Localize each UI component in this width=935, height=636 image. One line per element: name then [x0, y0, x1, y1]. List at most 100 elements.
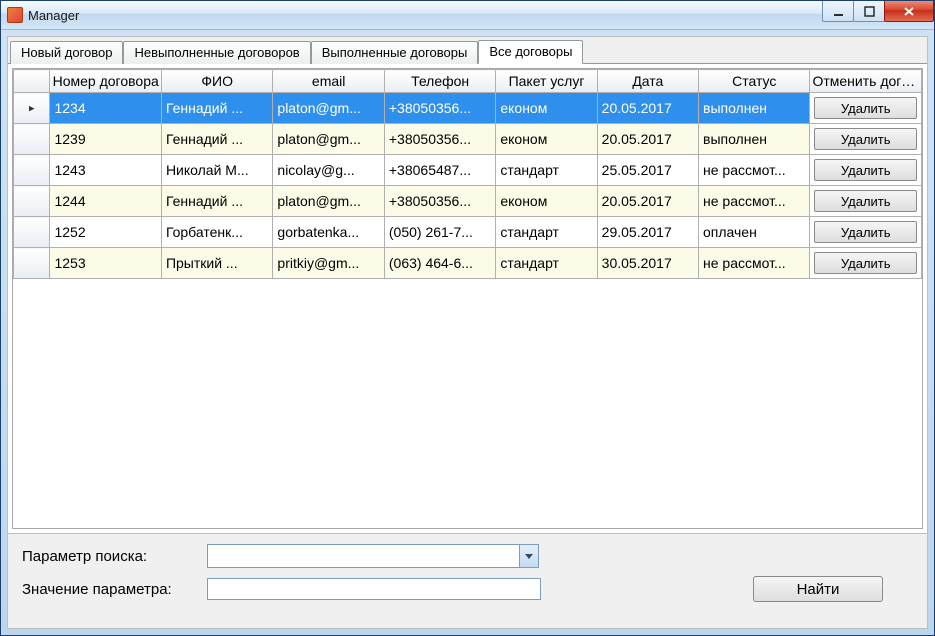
cell-status[interactable]: выполнен [699, 93, 810, 124]
cell-fio[interactable]: Прыткий ... [161, 248, 272, 279]
search-panel: Параметр поиска: Значение параметра: Най… [8, 533, 927, 628]
cell-number[interactable]: 1243 [50, 155, 161, 186]
tab-new-contract[interactable]: Новый договор [10, 41, 123, 64]
tab-unfulfilled-contracts[interactable]: Невыполненные договоров [123, 41, 310, 64]
close-button[interactable] [884, 1, 934, 22]
row-header[interactable] [14, 217, 50, 248]
table-row[interactable]: 1234Геннадий ...platon@gm...+38050356...… [14, 93, 922, 124]
cell-status[interactable]: не рассмот... [699, 248, 810, 279]
cell-phone[interactable]: (050) 261-7... [384, 217, 495, 248]
cell-status[interactable]: не рассмот... [699, 155, 810, 186]
cell-fio[interactable]: Николай М... [161, 155, 272, 186]
tabstrip: Новый договор Невыполненные договоров Вы… [8, 37, 927, 64]
cell-phone[interactable]: +38050356... [384, 93, 495, 124]
table-row[interactable]: 1239 Геннадий ...platon@gm...+38050356..… [14, 124, 922, 155]
tab-fulfilled-contracts[interactable]: Выполненные договоры [311, 41, 479, 64]
contracts-grid[interactable]: Номер договора ФИО email Телефон Пакет у… [12, 68, 923, 529]
contracts-table: Номер договора ФИО email Телефон Пакет у… [13, 69, 922, 279]
cell-number[interactable]: 1234 [50, 93, 161, 124]
cell-status[interactable]: выполнен [699, 124, 810, 155]
cell-delete: Удалить [810, 248, 922, 279]
cell-date[interactable]: 20.05.2017 [597, 186, 698, 217]
cell-email[interactable]: gorbatenka... [273, 217, 384, 248]
cell-date[interactable]: 30.05.2017 [597, 248, 698, 279]
app-icon [7, 7, 23, 23]
titlebar: Manager [1, 1, 934, 30]
col-cancel[interactable]: Отменить договор [810, 70, 922, 93]
header-row: Номер договора ФИО email Телефон Пакет у… [14, 70, 922, 93]
cell-fio[interactable]: Геннадий ... [161, 186, 272, 217]
maximize-icon [864, 6, 875, 17]
search-value-input[interactable] [207, 578, 541, 600]
cell-email[interactable]: platon@gm... [273, 93, 384, 124]
maximize-button[interactable] [853, 1, 885, 22]
delete-button[interactable]: Удалить [814, 252, 917, 274]
cell-fio[interactable]: Геннадий ... [161, 93, 272, 124]
table-row[interactable]: 1244Геннадий ...platon@gm...+38050356...… [14, 186, 922, 217]
cell-fio[interactable]: Геннадий ... [161, 124, 272, 155]
cell-phone[interactable]: (063) 464-6... [384, 248, 495, 279]
cell-package[interactable]: економ [496, 93, 597, 124]
cell-status[interactable]: не рассмот... [699, 186, 810, 217]
search-param-label: Параметр поиска: [22, 548, 207, 565]
cell-email[interactable]: pritkiy@gm... [273, 248, 384, 279]
cell-status[interactable]: оплачен [699, 217, 810, 248]
table-row[interactable]: 1252Горбатенк...gorbatenka...(050) 261-7… [14, 217, 922, 248]
cell-package[interactable]: стандарт [496, 217, 597, 248]
cell-phone[interactable]: +38065487... [384, 155, 495, 186]
cell-email[interactable]: platon@gm... [273, 186, 384, 217]
col-number[interactable]: Номер договора [50, 70, 161, 93]
delete-button[interactable]: Удалить [814, 221, 917, 243]
delete-button[interactable]: Удалить [814, 97, 917, 119]
delete-button[interactable]: Удалить [814, 190, 917, 212]
minimize-button[interactable] [822, 1, 854, 22]
col-date[interactable]: Дата [597, 70, 698, 93]
chevron-down-icon[interactable] [519, 545, 538, 567]
cell-email[interactable]: platon@gm... [273, 124, 384, 155]
cell-package[interactable]: стандарт [496, 248, 597, 279]
cell-date[interactable]: 20.05.2017 [597, 124, 698, 155]
tab-label: Невыполненные договоров [134, 45, 299, 60]
cell-package[interactable]: економ [496, 124, 597, 155]
col-email[interactable]: email [273, 70, 384, 93]
cell-number[interactable]: 1252 [50, 217, 161, 248]
cell-number[interactable]: 1239 [50, 124, 161, 155]
cell-phone[interactable]: +38050356... [384, 186, 495, 217]
window-buttons [823, 1, 934, 21]
cell-date[interactable]: 25.05.2017 [597, 155, 698, 186]
col-status[interactable]: Статус [699, 70, 810, 93]
cell-number[interactable]: 1244 [50, 186, 161, 217]
col-phone[interactable]: Телефон [384, 70, 495, 93]
search-param-combo[interactable] [207, 544, 539, 568]
table-row[interactable]: 1243Николай М...nicolay@g...+38065487...… [14, 155, 922, 186]
row-header[interactable] [14, 186, 50, 217]
search-value-label: Значение параметра: [22, 581, 207, 598]
delete-button[interactable]: Удалить [814, 159, 917, 181]
row-header[interactable] [14, 248, 50, 279]
close-icon [903, 6, 915, 17]
cell-date[interactable]: 20.05.2017 [597, 93, 698, 124]
find-button-label: Найти [797, 581, 840, 598]
cell-delete: Удалить [810, 186, 922, 217]
col-package[interactable]: Пакет услуг [496, 70, 597, 93]
cell-fio[interactable]: Горбатенк... [161, 217, 272, 248]
row-header[interactable] [14, 124, 50, 155]
tab-label: Новый договор [21, 45, 112, 60]
app-window: Manager Новый договор Невыполненные дого… [0, 0, 935, 636]
row-header[interactable] [14, 93, 50, 124]
tab-label: Все договоры [489, 44, 572, 59]
minimize-icon [833, 6, 844, 17]
cell-phone[interactable]: +38050356... [384, 124, 495, 155]
cell-package[interactable]: економ [496, 186, 597, 217]
col-fio[interactable]: ФИО [161, 70, 272, 93]
find-button[interactable]: Найти [753, 576, 883, 602]
row-header[interactable] [14, 155, 50, 186]
cell-package[interactable]: стандарт [496, 155, 597, 186]
cell-number[interactable]: 1253 [50, 248, 161, 279]
cell-email[interactable]: nicolay@g... [273, 155, 384, 186]
delete-button[interactable]: Удалить [814, 128, 917, 150]
tab-all-contracts[interactable]: Все договоры [478, 40, 583, 64]
table-row[interactable]: 1253Прыткий ...pritkiy@gm...(063) 464-6.… [14, 248, 922, 279]
cell-date[interactable]: 29.05.2017 [597, 217, 698, 248]
cell-delete: Удалить [810, 124, 922, 155]
